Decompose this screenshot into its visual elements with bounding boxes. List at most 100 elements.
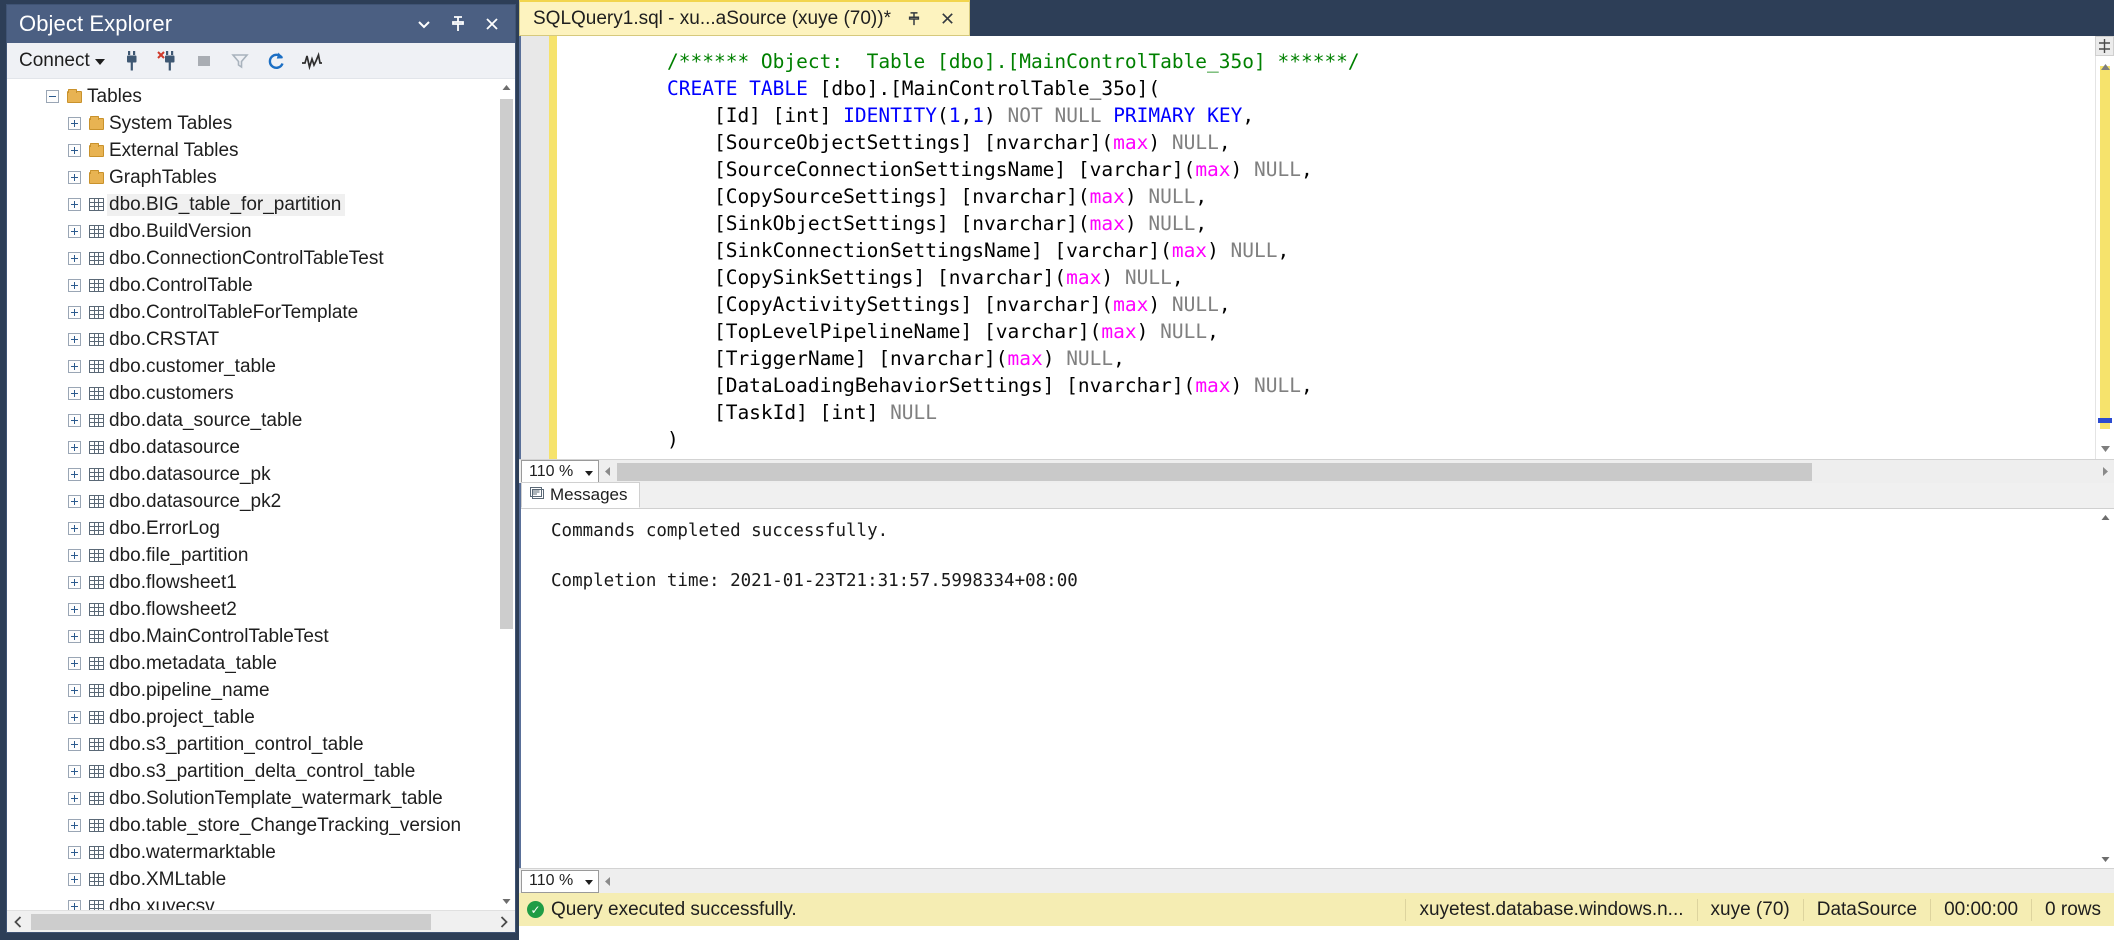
expand-icon[interactable] [63,140,85,162]
refresh-icon[interactable] [261,47,291,75]
tree-item[interactable]: dbo.BuildVersion [7,218,498,245]
filter-icon[interactable] [225,47,255,75]
scroll-left-icon[interactable] [7,911,29,933]
tree-item[interactable]: dbo.flowsheet1 [7,569,498,596]
tree-item[interactable]: dbo.XMLtable [7,866,498,893]
editor-horizontal-scrollbar[interactable] [599,461,2114,483]
editor-zoom-select[interactable]: 110 % [521,460,599,483]
scroll-up-icon[interactable] [498,79,515,96]
expand-icon[interactable] [63,410,85,432]
expand-icon[interactable] [63,383,85,405]
sql-code-text[interactable]: /****** Object: Table [dbo].[MainControl… [557,36,2114,459]
collapse-icon[interactable] [41,86,63,108]
expand-icon[interactable] [63,761,85,783]
expand-icon[interactable] [63,248,85,270]
tree-item[interactable]: dbo.file_partition [7,542,498,569]
expand-icon[interactable] [63,707,85,729]
scroll-up-icon[interactable] [2097,58,2114,75]
object-explorer-vertical-scrollbar[interactable] [498,79,515,910]
tree-item[interactable]: dbo.datasource_pk [7,461,498,488]
messages-horizontal-scrollbar[interactable] [599,870,2114,892]
tree-item[interactable]: dbo.s3_partition_delta_control_table [7,758,498,785]
tree-item[interactable]: dbo.s3_partition_control_table [7,731,498,758]
pin-icon[interactable] [903,8,925,30]
tree-item[interactable]: dbo.customer_table [7,353,498,380]
tree-item[interactable]: dbo.MainControlTableTest [7,623,498,650]
tree-item[interactable]: dbo.datasource [7,434,498,461]
tree-item[interactable]: dbo.BIG_table_for_partition [7,191,498,218]
connect-plug-icon[interactable] [117,47,147,75]
tree-item[interactable]: dbo.metadata_table [7,650,498,677]
expand-icon[interactable] [63,572,85,594]
object-explorer-horizontal-scrollbar[interactable] [7,910,515,932]
activity-monitor-icon[interactable] [297,47,327,75]
tree-item[interactable]: dbo.ControlTable [7,272,498,299]
tree-item[interactable]: dbo.project_table [7,704,498,731]
disconnect-plug-icon[interactable] [153,47,183,75]
scrollbar-track[interactable] [2100,66,2110,429]
expand-icon[interactable] [63,356,85,378]
tree-item[interactable]: Tables [7,83,498,110]
expand-icon[interactable] [63,491,85,513]
expand-icon[interactable] [63,896,85,911]
tab-messages[interactable]: Messages [521,482,640,508]
hscroll-thumb[interactable] [31,914,431,930]
tree-item[interactable]: dbo.watermarktable [7,839,498,866]
expand-icon[interactable] [63,194,85,216]
expand-icon[interactable] [63,734,85,756]
tab-sqlquery1[interactable]: SQLQuery1.sql - xu...aSource (xuye (70))… [519,0,970,36]
scroll-down-icon[interactable] [498,893,515,910]
connect-button[interactable]: Connect [13,48,113,74]
tree-item[interactable]: dbo.data_source_table [7,407,498,434]
expand-icon[interactable] [63,167,85,189]
tree-item[interactable]: dbo.customers [7,380,498,407]
tree-item[interactable]: dbo.pipeline_name [7,677,498,704]
expand-icon[interactable] [63,815,85,837]
scroll-down-icon[interactable] [2097,440,2114,457]
scroll-right-icon[interactable] [2096,463,2114,481]
expand-icon[interactable] [63,599,85,621]
expand-icon[interactable] [63,329,85,351]
tree-item[interactable]: dbo.CRSTAT [7,326,498,353]
scroll-down-icon[interactable] [2097,851,2114,868]
tree-item[interactable]: External Tables [7,137,498,164]
expand-icon[interactable] [63,626,85,648]
expand-icon[interactable] [63,275,85,297]
hscroll-thumb[interactable] [617,463,1812,481]
expand-icon[interactable] [63,869,85,891]
scroll-right-icon[interactable] [493,911,515,933]
messages-zoom-select[interactable]: 110 % [521,870,599,893]
expand-icon[interactable] [63,302,85,324]
tree-item[interactable]: dbo.ControlTableForTemplate [7,299,498,326]
tree-item[interactable]: dbo.ConnectionControlTableTest [7,245,498,272]
tree-item[interactable]: dbo.datasource_pk2 [7,488,498,515]
splitter-handle[interactable] [2095,36,2114,56]
tree-item[interactable]: dbo.flowsheet2 [7,596,498,623]
expand-icon[interactable] [63,842,85,864]
pin-icon[interactable] [443,9,473,39]
tree-item[interactable]: GraphTables [7,164,498,191]
scroll-left-icon[interactable] [599,872,617,890]
expand-icon[interactable] [63,464,85,486]
scroll-up-icon[interactable] [2097,509,2114,526]
tree-item[interactable]: dbo.xuyecsv [7,893,498,910]
chevron-down-icon[interactable] [409,9,439,39]
expand-icon[interactable] [63,221,85,243]
scroll-left-icon[interactable] [599,463,617,481]
editor-vertical-scrollbar[interactable] [2095,36,2114,459]
sql-code-editor[interactable]: /****** Object: Table [dbo].[MainControl… [519,36,2114,459]
tree-item[interactable]: dbo.ErrorLog [7,515,498,542]
close-icon[interactable] [477,9,507,39]
expand-icon[interactable] [63,113,85,135]
close-icon[interactable] [937,8,959,30]
expand-icon[interactable] [63,788,85,810]
expand-icon[interactable] [63,680,85,702]
object-explorer-tree[interactable]: TablesSystem TablesExternal TablesGraphT… [7,79,498,910]
expand-icon[interactable] [63,518,85,540]
hscroll-track[interactable] [617,872,2114,890]
expand-icon[interactable] [63,545,85,567]
expand-icon[interactable] [63,653,85,675]
messages-vertical-scrollbar[interactable] [2097,509,2114,868]
tree-item[interactable]: dbo.SolutionTemplate_watermark_table [7,785,498,812]
hscroll-track[interactable] [617,463,2096,481]
